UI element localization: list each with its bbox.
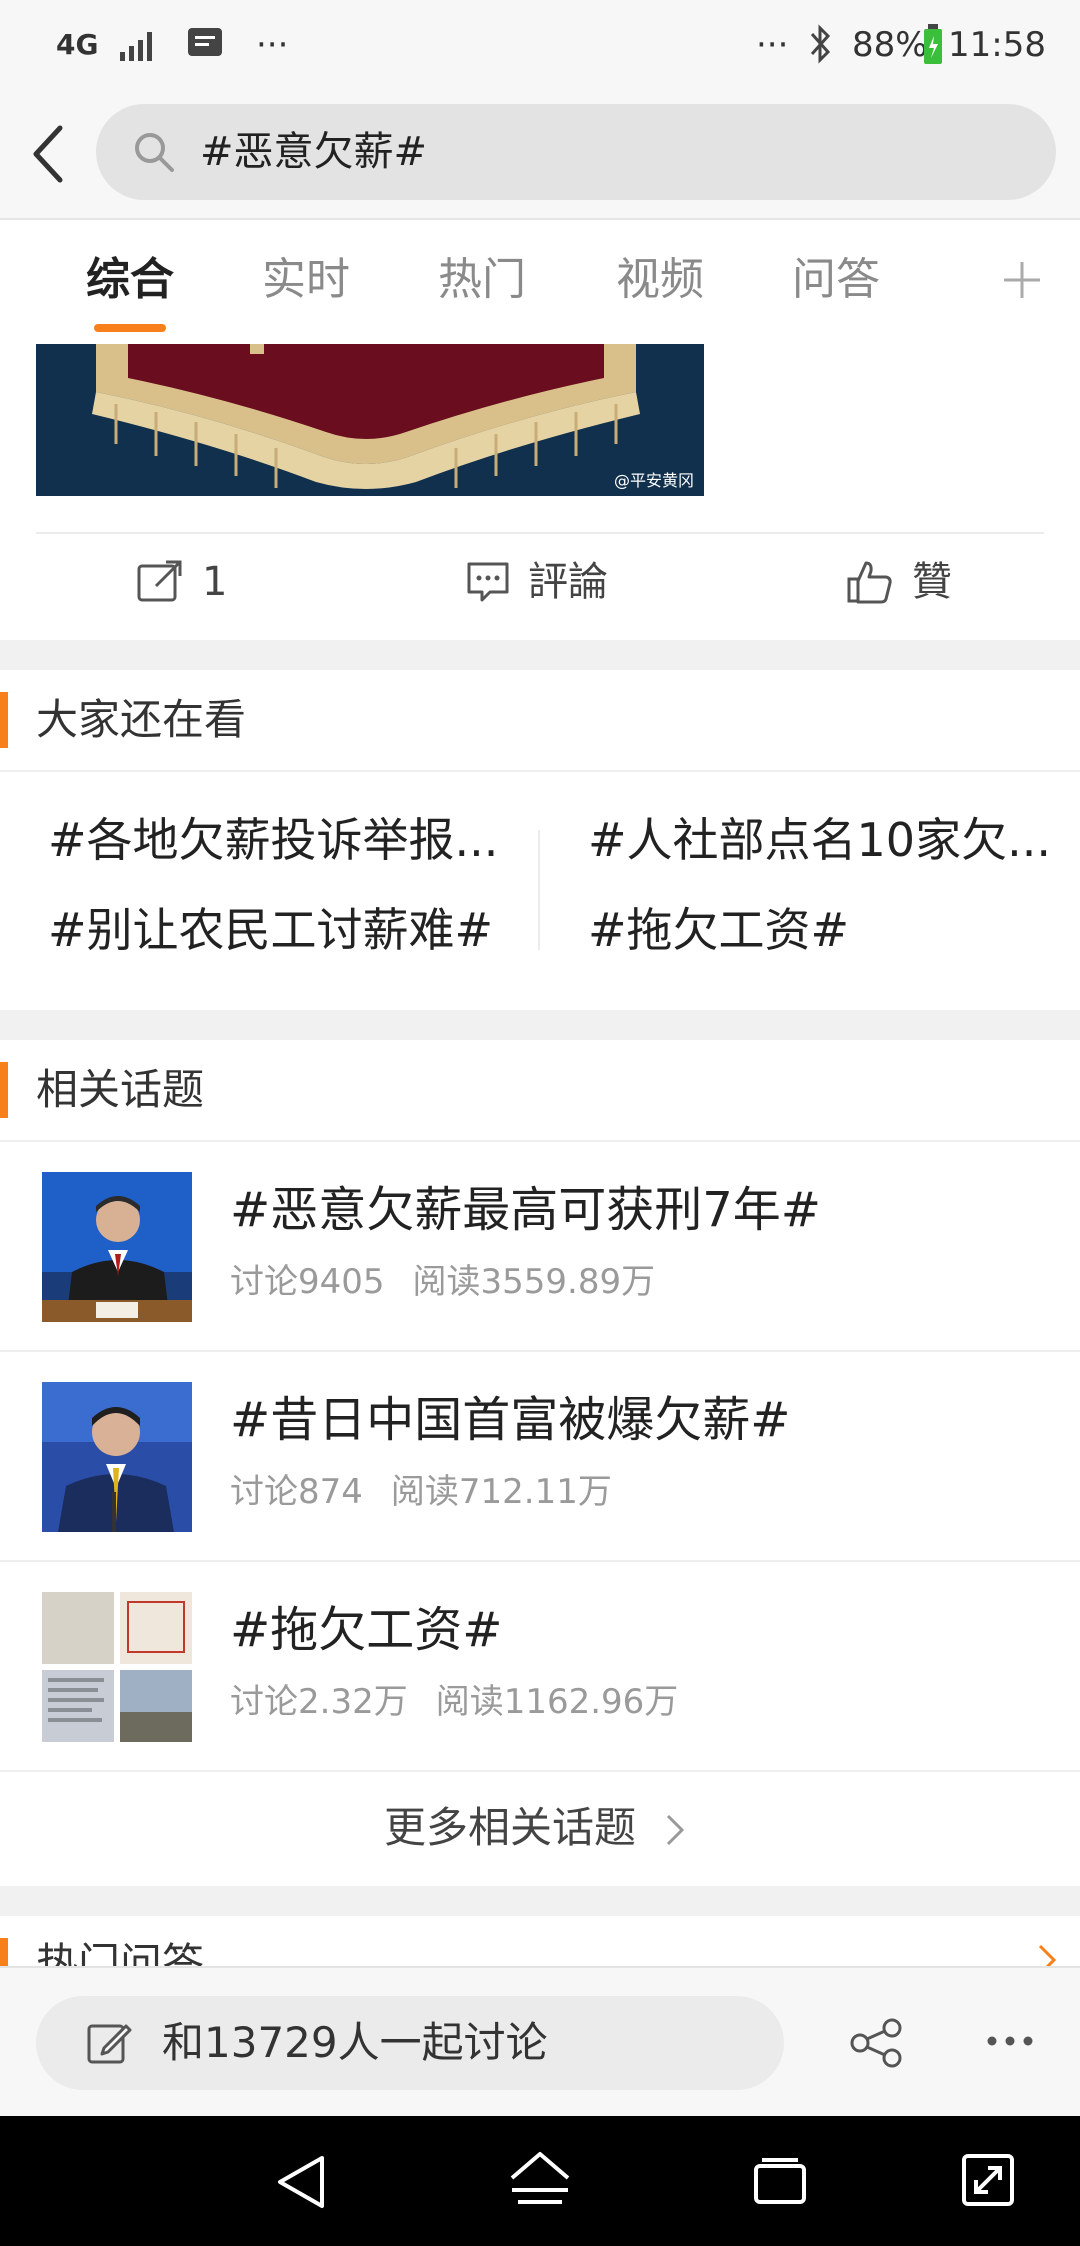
search-header: #恶意欠薪# <box>0 90 1080 220</box>
search-query: #恶意欠薪# <box>200 129 428 175</box>
bottom-action-bar: 和13729人一起讨论 <box>0 1966 1080 2118</box>
topic-title: #拖欠工资# <box>230 1602 503 1658</box>
tab-bar: 综合 实时 热门 视频 问答 <box>0 220 1080 346</box>
related-topics-section: 相关话题 #恶意欠薪最高可获刑7年# 讨论9405 阅读3559.89万 #昔日… <box>0 1040 1080 1886</box>
more-icon[interactable] <box>986 2034 1034 2048</box>
tab-hot[interactable]: 热门 <box>438 250 526 310</box>
topic-stats: 讨论2.32万 阅读1162.96万 <box>230 1678 678 1726</box>
edit-icon <box>87 2024 132 2064</box>
network-type: 4G <box>56 28 99 61</box>
comment-button[interactable]: 評論 <box>466 554 608 610</box>
topic-title: #恶意欠薪最高可获刑7年# <box>230 1182 821 1238</box>
discuss-label: 和13729人一起讨论 <box>162 2018 548 2067</box>
chevron-right-icon <box>666 1814 685 1846</box>
hot-tag[interactable]: #人社部点名10家欠... <box>588 808 1051 872</box>
like-label: 贊 <box>912 559 952 605</box>
tab-qa[interactable]: 问答 <box>792 250 880 310</box>
topic-title: #昔日中国首富被爆欠薪# <box>230 1392 791 1448</box>
section-header: 大家还在看 <box>0 670 1080 772</box>
topic-thumbnail <box>42 1382 192 1532</box>
active-tab-indicator <box>94 324 166 332</box>
section-accent-bar <box>0 1938 8 1966</box>
more-topics-label: 更多相关话题 <box>384 1803 637 1852</box>
section-accent-bar <box>0 692 8 748</box>
battery-percent: 88% <box>852 25 928 65</box>
tab-realtime[interactable]: 实时 <box>262 250 350 310</box>
read-count: 阅读712.11万 <box>390 1472 612 1512</box>
section-title: 大家还在看 <box>36 695 247 744</box>
topic-stats: 讨论9405 阅读3559.89万 <box>230 1258 655 1306</box>
column-divider <box>538 830 540 950</box>
search-input[interactable]: #恶意欠薪# <box>96 104 1056 200</box>
comment-label: 評論 <box>528 559 608 605</box>
discussion-count: 讨论874 <box>230 1472 363 1512</box>
back-icon[interactable] <box>28 124 68 184</box>
nav-home-icon[interactable] <box>508 2150 572 2210</box>
repost-icon <box>137 560 182 602</box>
post-card: @平安黄冈 1 評論 贊 <box>0 344 1080 640</box>
everyone-watching-section: 大家还在看 #各地欠薪投诉举报... #人社部点名10家欠... #别让农民工讨… <box>0 670 1080 1010</box>
section-header: 相关话题 <box>0 1040 1080 1142</box>
message-icon <box>188 28 222 56</box>
hot-tag[interactable]: #拖欠工资# <box>588 898 849 962</box>
topic-stats: 讨论874 阅读712.11万 <box>230 1468 612 1516</box>
read-count: 阅读1162.96万 <box>435 1682 679 1722</box>
topic-thumbnail <box>42 1592 192 1742</box>
person-photo <box>42 1172 192 1322</box>
battery-icon <box>924 24 942 64</box>
comment-icon <box>467 562 509 602</box>
section-title: 相关话题 <box>36 1065 205 1114</box>
repost-count: 1 <box>202 559 228 605</box>
topic-item[interactable]: #拖欠工资# 讨论2.32万 阅读1162.96万 <box>0 1562 1080 1772</box>
chevron-right-icon[interactable] <box>1036 1942 1060 1966</box>
add-tab-icon[interactable] <box>1000 258 1044 302</box>
tab-video[interactable]: 视频 <box>616 250 704 310</box>
hot-tag[interactable]: #各地欠薪投诉举报... <box>48 808 498 872</box>
card-divider <box>36 532 1044 534</box>
collage-photo <box>42 1592 192 1742</box>
banner-image <box>36 344 704 496</box>
repost-button[interactable]: 1 <box>136 554 227 610</box>
hot-qa-section: 热门问答 <box>0 1916 1080 1966</box>
tab-comprehensive[interactable]: 综合 <box>86 250 174 310</box>
nav-back-icon[interactable] <box>274 2154 328 2210</box>
discussion-count: 讨论2.32万 <box>230 1682 408 1722</box>
status-more: ··· <box>256 25 289 65</box>
more-topics-button[interactable]: 更多相关话题 <box>0 1772 1080 1884</box>
discussion-count: 讨论9405 <box>230 1262 385 1302</box>
topic-item[interactable]: #昔日中国首富被爆欠薪# 讨论874 阅读712.11万 <box>0 1352 1080 1562</box>
clock: 11:58 <box>948 25 1046 65</box>
person-photo <box>42 1382 192 1532</box>
signal-icon <box>120 32 152 61</box>
discuss-input[interactable]: 和13729人一起讨论 <box>36 1996 784 2090</box>
image-watermark: @平安黄冈 <box>613 471 694 490</box>
share-icon[interactable] <box>850 2018 904 2068</box>
system-nav-bar <box>0 2116 1080 2246</box>
like-icon <box>847 561 892 604</box>
topic-thumbnail <box>42 1172 192 1322</box>
section-accent-bar <box>0 1062 8 1118</box>
nav-recents-icon[interactable] <box>752 2156 808 2206</box>
like-button[interactable]: 贊 <box>846 554 952 610</box>
hot-tag[interactable]: #别让农民工讨薪难# <box>48 898 493 962</box>
topic-item[interactable]: #恶意欠薪最高可获刑7年# 讨论9405 阅读3559.89万 <box>0 1142 1080 1352</box>
status-more-right: ··· <box>756 25 789 65</box>
post-image[interactable]: @平安黄冈 <box>36 344 704 496</box>
bluetooth-icon <box>810 24 831 64</box>
nav-expand-icon[interactable] <box>960 2150 1016 2210</box>
section-title: 热门问答 <box>36 1939 205 1966</box>
status-bar: 4G ··· ··· 88% 11:58 <box>0 0 1080 90</box>
search-icon <box>135 133 174 172</box>
read-count: 阅读3559.89万 <box>412 1262 656 1302</box>
